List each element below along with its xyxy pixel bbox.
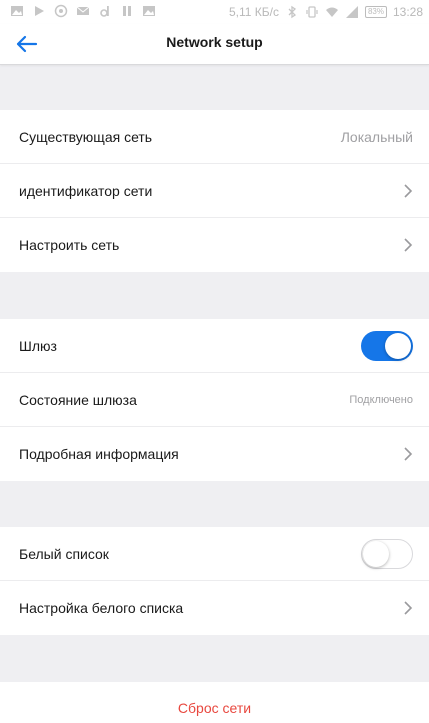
wifi-icon <box>325 5 339 19</box>
existing-network-row: Существующая сеть Локальный <box>0 110 429 164</box>
bluetooth-icon <box>285 5 299 19</box>
gateway-label: Шлюз <box>19 337 57 354</box>
gateway-status-label: Состояние шлюза <box>19 391 137 408</box>
configure-network-row[interactable]: Настроить сеть <box>0 218 429 272</box>
details-row[interactable]: Подробная информация <box>0 427 429 481</box>
status-bar-right: 5,11 КБ/с 83% 13:28 <box>229 4 423 20</box>
gateway-row: Шлюз <box>0 319 429 373</box>
d-app-icon <box>98 4 112 18</box>
chevron-right-icon <box>404 601 413 615</box>
whitelist-group: Белый список Настройка белого списка <box>0 527 429 635</box>
pause-icon <box>120 4 134 18</box>
existing-network-label: Существующая сеть <box>19 128 153 145</box>
status-bar-left-icons <box>10 4 156 18</box>
chevron-right-icon <box>404 183 413 198</box>
existing-network-value: Локальный <box>340 128 413 145</box>
image-icon <box>10 4 24 18</box>
toggle-knob <box>385 332 411 359</box>
signal-icon <box>345 5 359 19</box>
network-id-label: идентификатор сети <box>19 182 153 199</box>
details-label: Подробная информация <box>19 446 179 462</box>
whitelist-toggle[interactable] <box>361 538 413 569</box>
network-id-row[interactable]: идентификатор сети <box>0 164 429 218</box>
gateway-group: Шлюз Состояние шлюза Подключено Подробна… <box>0 319 429 481</box>
reset-network-button[interactable]: Сброс сети <box>0 700 429 716</box>
mail-icon <box>76 4 90 18</box>
toggle-knob <box>363 540 389 567</box>
whatsapp-icon <box>54 4 68 18</box>
gateway-status-value: Подключено <box>349 393 413 406</box>
battery-indicator: 83% <box>364 6 387 18</box>
network-speed: 5,11 КБ/с <box>228 5 279 19</box>
whitelist-settings-row[interactable]: Настройка белого списка <box>0 581 429 635</box>
gateway-status-row: Состояние шлюза Подключено <box>0 373 429 427</box>
chevron-right-icon <box>404 447 413 461</box>
gateway-toggle[interactable] <box>361 330 413 361</box>
chevron-right-icon <box>404 238 413 252</box>
vibrate-icon <box>305 5 319 19</box>
network-settings-group: Существующая сеть Локальный идентификато… <box>0 110 429 272</box>
status-bar: 5,11 КБ/с 83% 13:28 <box>0 0 429 24</box>
app-header: Network setup <box>0 24 429 65</box>
play-icon <box>32 4 46 18</box>
page-title: Network setup <box>166 34 263 50</box>
image-icon <box>142 4 156 18</box>
configure-network-label: Настроить сеть <box>19 237 120 253</box>
clock: 13:28 <box>392 5 423 19</box>
whitelist-row: Белый список <box>0 527 429 581</box>
whitelist-settings-label: Настройка белого списка <box>19 600 184 616</box>
reset-network-section: Сброс сети <box>0 682 429 723</box>
whitelist-label: Белый список <box>19 545 109 562</box>
